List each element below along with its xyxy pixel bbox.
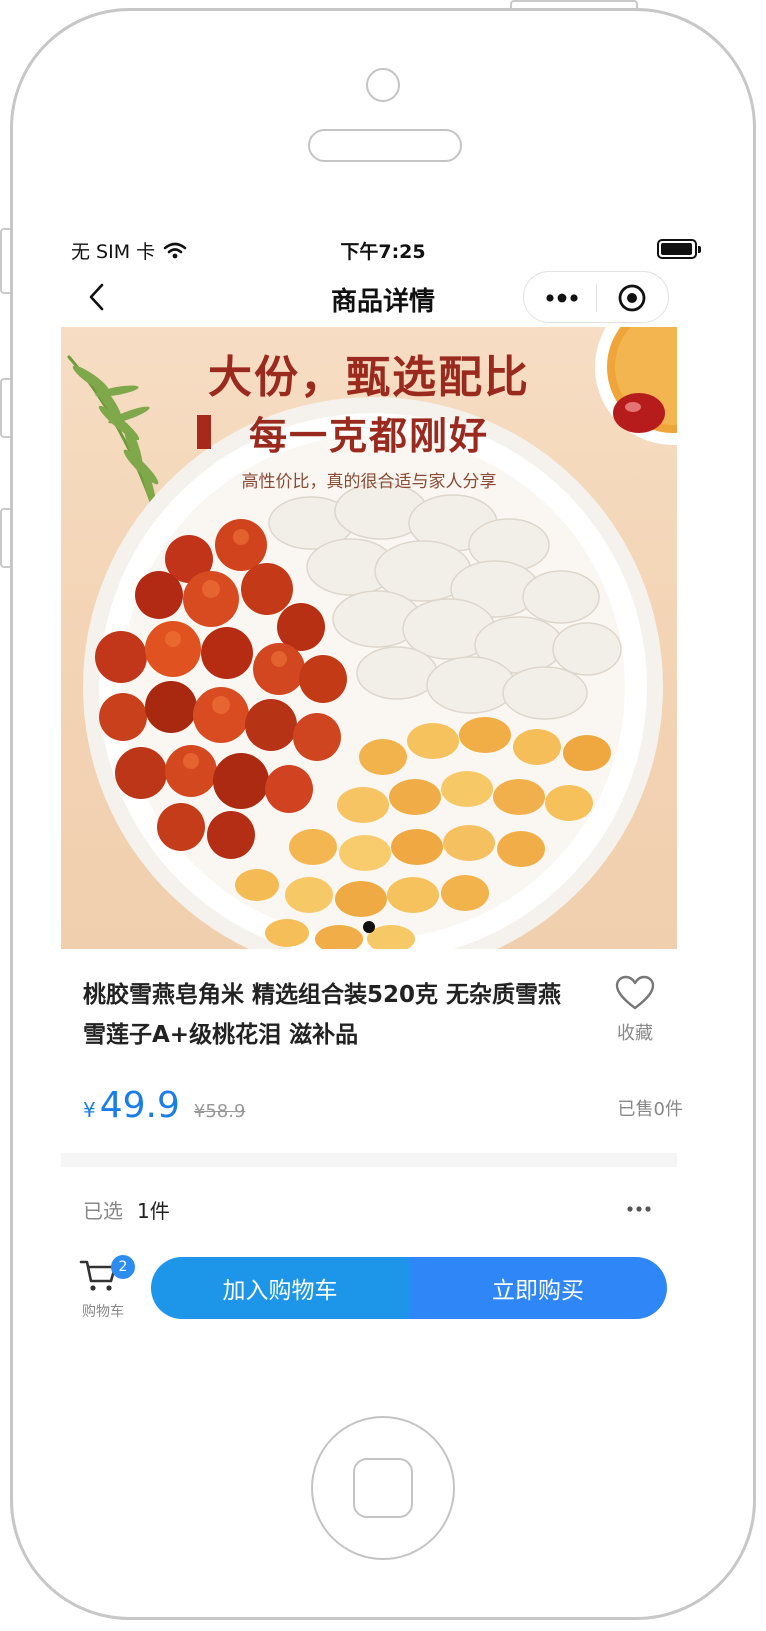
app-screen: 无 SIM 卡 下午7:25 商品详情 大份，甄选配比 每一克都刚好 高性价比，…	[61, 225, 705, 1373]
price-current: 49.9	[99, 1085, 180, 1126]
sold-count: 已售0件	[617, 1099, 683, 1120]
cart-button[interactable]: 2 购物车	[79, 1255, 135, 1321]
status-bar: 无 SIM 卡 下午7:25	[61, 225, 705, 269]
favorite-label: 收藏	[617, 1023, 653, 1044]
spec-label: 已选	[83, 1199, 123, 1223]
banner-tagline: 高性价比，真的很合适与家人分享	[241, 472, 497, 492]
banner-subheadline: 每一克都刚好	[248, 413, 489, 458]
capsule-divider	[596, 284, 597, 312]
product-title: 桃胶雪燕皂角米 精选组合装520克 无杂质雪燕雪莲子A+级桃花泪 滋补品	[83, 982, 562, 1048]
cart-label: 购物车	[82, 1304, 124, 1320]
price-row: ¥ 49.9 ¥58.9	[83, 1085, 245, 1129]
target-close-icon	[618, 284, 646, 312]
spec-more-button[interactable]	[623, 1197, 655, 1221]
home-button-icon	[353, 1458, 413, 1518]
front-camera	[366, 68, 400, 102]
heart-icon	[615, 975, 655, 1010]
carousel-indicator-dot	[363, 921, 375, 933]
favorite-button[interactable]: 收藏	[609, 975, 661, 1045]
banner-headline: 大份，甄选配比	[208, 352, 530, 403]
spec-selector[interactable]: 已选 1件	[61, 1169, 677, 1251]
buy-now-button[interactable]: 立即购买	[409, 1257, 667, 1319]
section-divider	[61, 1153, 677, 1167]
more-dots-icon	[546, 293, 578, 303]
earpiece-speaker	[308, 129, 462, 162]
battery-level	[661, 243, 692, 255]
battery-icon	[657, 239, 701, 259]
miniprogram-capsule	[523, 271, 669, 323]
close-miniprogram-button[interactable]	[608, 282, 656, 314]
price-currency: ¥	[83, 1098, 96, 1122]
nav-bar: 商品详情	[61, 269, 705, 325]
more-dots-icon	[627, 1206, 651, 1212]
price-original: ¥58.9	[193, 1101, 246, 1122]
status-time: 下午7:25	[340, 241, 426, 263]
add-to-cart-button[interactable]: 加入购物车	[151, 1257, 409, 1319]
cart-count-badge: 2	[111, 1255, 135, 1279]
more-menu-button[interactable]	[538, 282, 586, 314]
product-image-carousel[interactable]: 大份，甄选配比 每一克都刚好 高性价比，真的很合适与家人分享	[61, 327, 677, 949]
spec-value: 1件	[137, 1199, 170, 1223]
